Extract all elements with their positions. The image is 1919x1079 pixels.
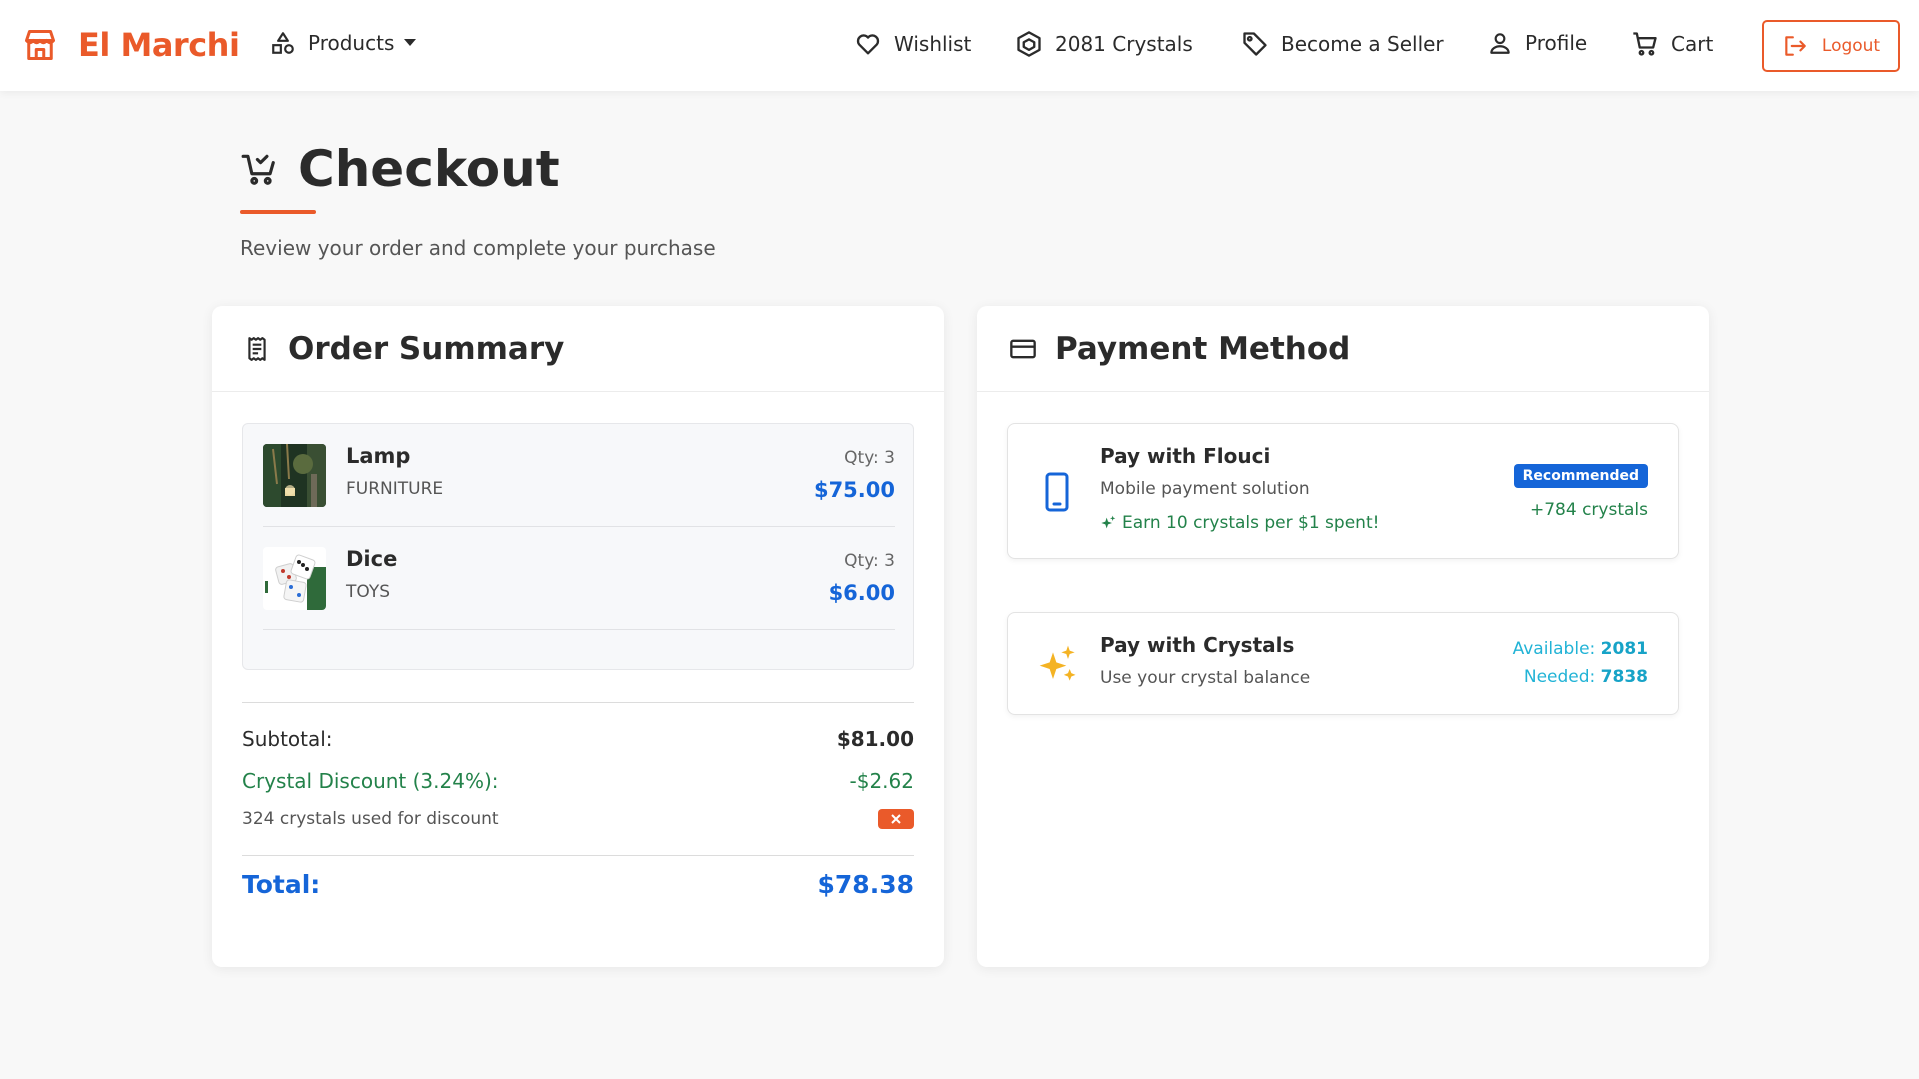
order-items-list: Lamp FURNITURE Qty: 3 $75.00 Dice TOYS Q… [242,423,914,670]
total-value: $78.38 [817,870,914,899]
payment-method-header: Payment Method [977,306,1709,392]
sparkles-icon [1038,644,1078,684]
item-quantity: Qty: 3 [844,551,895,571]
top-navbar: El Marchi Products Wishlist 2081 Crystal… [0,0,1919,91]
brand-logo[interactable]: El Marchi [22,26,240,64]
total-label: Total: [242,870,321,899]
item-category: FURNITURE [346,479,444,499]
total-divider [242,855,914,856]
recommended-badge: Recommended [1513,464,1648,488]
crystals-used-row: 324 crystals used for discount [242,809,914,829]
nav-become-seller[interactable]: Become a Seller [1241,30,1444,58]
logout-label: Logout [1821,36,1881,56]
cart-label: Cart [1671,32,1714,56]
cart-icon [1631,30,1659,58]
payment-method-card: Payment Method Pay with Flouci Mobile pa… [977,306,1709,967]
flouci-bonus-crystals: +784 crystals [1529,500,1648,520]
store-icon [22,27,58,63]
crystals-pay-description: Use your crystal balance [1100,668,1311,688]
order-summary-title: Order Summary [288,330,565,367]
crystals-needed: Needed: 7838 [1524,667,1648,687]
gem-icon [1015,30,1043,58]
logout-icon [1782,33,1808,59]
crystals-pay-name: Pay with Crystals [1100,633,1295,657]
page-subtitle: Review your order and complete your purc… [240,236,716,260]
wishlist-label: Wishlist [894,32,972,56]
subtotal-row: Subtotal: $81.00 [242,727,914,751]
nav-wishlist[interactable]: Wishlist [854,30,971,58]
subtotal-label: Subtotal: [242,727,333,751]
item-price: $6.00 [828,581,895,605]
item-quantity: Qty: 3 [844,448,895,468]
pay-with-flouci-option[interactable]: Pay with Flouci Mobile payment solution … [1007,423,1679,559]
tag-icon [1241,30,1269,58]
user-icon [1487,30,1513,56]
title-underline [240,210,316,214]
page-title: Checkout [298,140,560,198]
nav-profile[interactable]: Profile [1487,30,1587,56]
available-label: Available: [1512,639,1601,659]
products-menu[interactable]: Products [270,30,417,56]
item-name: Lamp [346,444,411,468]
total-row: Total: $78.38 [242,870,914,899]
phone-icon [1044,472,1070,512]
discount-value: -$2.62 [849,769,914,793]
flouci-description: Mobile payment solution [1100,479,1310,499]
cart-check-icon [240,150,278,188]
product-image-lamp [263,444,326,507]
shapes-icon [270,30,296,56]
profile-label: Profile [1525,31,1588,55]
available-value: 2081 [1600,639,1648,659]
page-header: Checkout Review your order and complete … [240,140,716,260]
chevron-down-icon [404,39,417,47]
totals-divider [242,702,914,703]
credit-card-icon [1009,335,1037,363]
subtotal-value: $81.00 [836,727,914,751]
sparkles-small-icon [1100,515,1116,531]
products-label: Products [308,31,395,55]
item-category: TOYS [346,582,391,602]
discount-row: Crystal Discount (3.24%): -$2.62 [242,769,914,793]
flouci-earn-label: Earn 10 crystals per $1 spent! [1122,513,1380,533]
brand-name: El Marchi [78,26,240,64]
crystals-label: 2081 Crystals [1055,32,1193,56]
list-item: Lamp FURNITURE Qty: 3 $75.00 [263,424,895,527]
flouci-name: Pay with Flouci [1100,444,1271,468]
close-icon [891,814,901,824]
receipt-icon [244,336,270,362]
discount-label: Crystal Discount (3.24%): [242,769,499,793]
item-name: Dice [346,547,398,571]
order-summary-header: Order Summary [212,306,944,392]
heart-icon [854,30,882,58]
logout-button[interactable]: Logout [1762,20,1900,72]
needed-value: 7838 [1600,667,1648,687]
nav-crystals[interactable]: 2081 Crystals [1015,30,1193,58]
remove-discount-button[interactable] [878,809,914,829]
list-item: Dice TOYS Qty: 3 $6.00 [263,527,895,630]
crystals-available: Available: 2081 [1513,639,1648,659]
needed-label: Needed: [1523,667,1601,687]
flouci-earn-note: Earn 10 crystals per $1 spent! [1100,513,1379,533]
order-summary-card: Order Summary Lamp FURNITURE Qty: 3 $75.… [212,306,944,967]
product-image-dice [263,547,326,610]
payment-method-title: Payment Method [1055,330,1351,367]
nav-cart[interactable]: Cart [1631,30,1713,58]
pay-with-crystals-option[interactable]: Pay with Crystals Use your crystal balan… [1007,612,1679,715]
item-price: $75.00 [813,478,895,502]
become-seller-label: Become a Seller [1281,32,1444,56]
crystals-used-note: 324 crystals used for discount [242,809,499,829]
